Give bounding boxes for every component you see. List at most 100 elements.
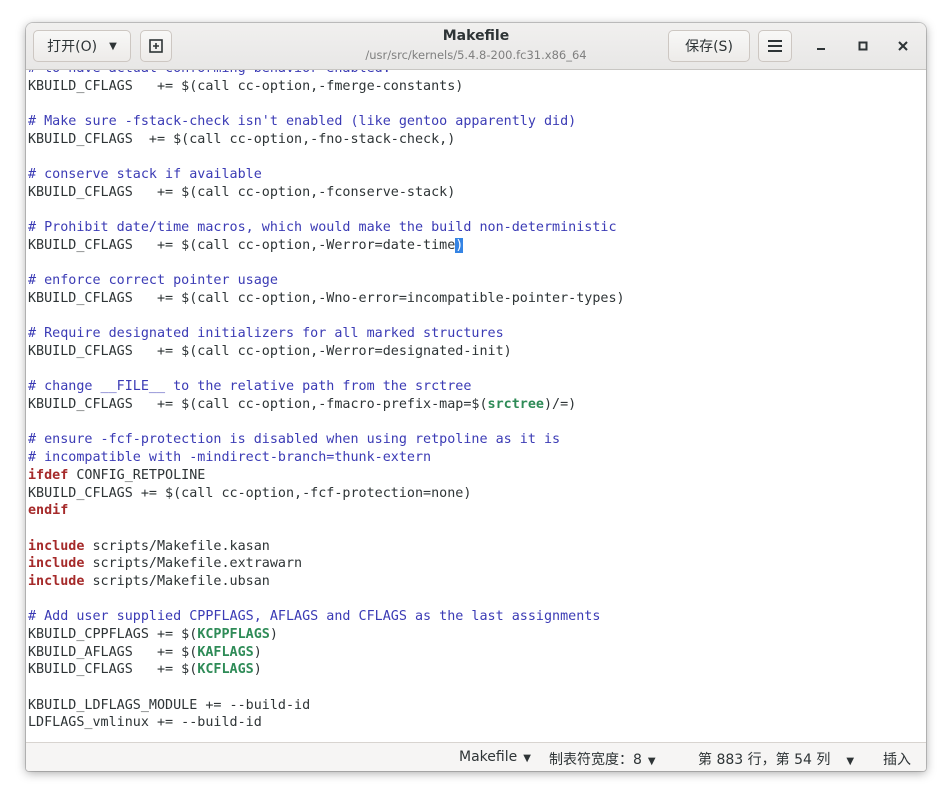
code-comment: # Require designated initializers for al… — [28, 326, 504, 342]
code-line[interactable] — [28, 255, 625, 273]
code-line[interactable] — [28, 591, 625, 609]
cursor-position-label: 第 883 行，第 54 列 — [698, 752, 831, 768]
chevron-down-icon: ▼ — [523, 753, 531, 764]
code-line[interactable]: ifdef CONFIG_RETPOLINE — [28, 467, 625, 485]
code-line[interactable]: KBUILD_CPPFLAGS += $(KCPPFLAGS) — [28, 626, 625, 644]
cursor-position-selector[interactable]: 第 883 行，第 54 列 ▼ — [698, 749, 854, 769]
close-button[interactable] — [893, 37, 913, 55]
code-line[interactable]: KBUILD_CFLAGS += $(call cc-option,-Werro… — [28, 343, 625, 361]
code-line[interactable]: KBUILD_CFLAGS += $(call cc-option,-fcons… — [28, 184, 625, 202]
code-token: LDFLAGS_vmlinux += --build-id — [28, 715, 262, 731]
code-line[interactable]: # conserve stack if available — [28, 166, 625, 184]
code-comment: # Prohibit date/time macros, which would… — [28, 220, 617, 236]
code-token: ) — [253, 662, 262, 678]
code-line[interactable] — [28, 679, 625, 697]
code-token: scripts/Makefile.kasan — [84, 538, 270, 554]
chevron-down-icon: ▼ — [647, 756, 656, 767]
code-line[interactable]: KBUILD_CFLAGS += $(call cc-option,-Wno-e… — [28, 290, 625, 308]
window-title: Makefile — [442, 28, 510, 44]
code-line[interactable]: KBUILD_CFLAGS += $(call cc-option,-fmacr… — [28, 396, 625, 414]
tab-width-selector[interactable]: 制表符宽度：8 ▼ — [549, 749, 656, 769]
code-line[interactable]: KBUILD_CFLAGS += $(call cc-option,-Werro… — [28, 237, 625, 255]
open-button[interactable]: 打开(O) ▼ — [33, 30, 131, 62]
code-token: KBUILD_CPPFLAGS += $( — [28, 627, 198, 642]
code-token: KBUILD_AFLAGS += $( — [28, 644, 198, 660]
code-token: KBUILD_CFLAGS += $( — [28, 662, 198, 678]
code-line[interactable]: endif — [28, 502, 625, 520]
code-token: )/=) — [543, 397, 577, 413]
window-subtitle: /usr/src/kernels/5.4.8-200.fc31.x86_64 — [365, 48, 587, 62]
menu-button[interactable] — [758, 30, 792, 62]
code-text[interactable]: # to have actual conforming behavior ena… — [28, 70, 625, 732]
code-line[interactable] — [28, 361, 625, 379]
code-line[interactable]: KBUILD_CFLAGS += $(KCFLAGS) — [28, 661, 625, 679]
header-bar: 打开(O) ▼ Makefile /usr/src/kernels/5.4.8-… — [26, 23, 926, 70]
code-token: CONFIG_RETPOLINE — [68, 467, 206, 483]
code-variable: KAFLAGS — [197, 644, 254, 660]
code-token: ) — [269, 627, 278, 642]
code-line[interactable]: # Prohibit date/time macros, which would… — [28, 219, 625, 237]
code-keyword: include — [28, 556, 85, 572]
code-token: KBUILD_CFLAGS += $(call cc-option,-fcf-p… — [28, 485, 472, 501]
code-line[interactable] — [28, 95, 625, 113]
code-line[interactable] — [28, 202, 625, 220]
save-button[interactable]: 保存(S) — [668, 30, 750, 62]
code-keyword: ifdef — [28, 467, 69, 483]
code-line[interactable]: # incompatible with -mindirect-branch=th… — [28, 449, 625, 467]
code-line[interactable]: LDFLAGS_vmlinux += --build-id — [28, 714, 625, 732]
code-token: KBUILD_LDFLAGS_MODULE += --build-id — [28, 697, 311, 713]
code-token: KBUILD_CFLAGS += $(call cc-option,-fcons… — [28, 184, 456, 200]
close-icon — [898, 41, 908, 51]
code-line[interactable]: # enforce correct pointer usage — [28, 272, 625, 290]
code-line[interactable]: KBUILD_CFLAGS += $(call cc-option,-fcf-p… — [28, 485, 625, 503]
new-tab-icon — [149, 39, 163, 53]
code-line[interactable]: KBUILD_CFLAGS += $(call cc-option,-fno-s… — [28, 131, 625, 149]
code-line[interactable]: include scripts/Makefile.ubsan — [28, 573, 625, 591]
code-token: KBUILD_CFLAGS += $(call cc-option,-Wno-e… — [28, 290, 625, 306]
code-line[interactable]: KBUILD_CFLAGS += $(call cc-option,-fmerg… — [28, 78, 625, 96]
code-token: KBUILD_CFLAGS += $(call cc-option,-fno-s… — [28, 131, 456, 147]
text-cursor: ) — [455, 237, 464, 253]
chevron-down-icon: ▼ — [109, 40, 117, 52]
code-line[interactable]: include scripts/Makefile.kasan — [28, 538, 625, 556]
code-line[interactable]: # change __FILE__ to the relative path f… — [28, 378, 625, 396]
code-token: scripts/Makefile.ubsan — [84, 573, 270, 589]
code-line[interactable]: include scripts/Makefile.extrawarn — [28, 555, 625, 573]
code-comment: # conserve stack if available — [28, 167, 262, 183]
maximize-button[interactable] — [853, 37, 873, 55]
code-line[interactable]: KBUILD_AFLAGS += $(KAFLAGS) — [28, 644, 625, 662]
minimize-button[interactable] — [811, 37, 831, 55]
code-editor[interactable]: # to have actual conforming behavior ena… — [26, 70, 926, 742]
code-line[interactable]: # Add user supplied CPPFLAGS, AFLAGS and… — [28, 608, 625, 626]
code-line[interactable] — [28, 520, 625, 538]
code-line[interactable]: # Require designated initializers for al… — [28, 325, 625, 343]
code-keyword: endif — [28, 503, 69, 519]
minimize-icon — [817, 48, 825, 50]
code-line[interactable] — [28, 148, 625, 166]
open-button-label: 打开(O) — [47, 39, 98, 55]
new-tab-button[interactable] — [140, 30, 172, 62]
language-selector[interactable]: Makefile ▼ — [459, 749, 531, 765]
code-line[interactable]: # Make sure -fstack-check isn't enabled … — [28, 113, 625, 131]
code-comment: # to have actual conforming behavior ena… — [28, 70, 391, 76]
code-comment: # change __FILE__ to the relative path f… — [28, 379, 472, 395]
code-token: KBUILD_CFLAGS += $(call cc-option,-Werro… — [28, 237, 456, 253]
code-line[interactable]: KBUILD_LDFLAGS_MODULE += --build-id — [28, 697, 625, 715]
editor-window: 打开(O) ▼ Makefile /usr/src/kernels/5.4.8-… — [26, 23, 926, 771]
code-keyword: include — [28, 538, 85, 554]
insert-mode-label[interactable]: 插入 — [883, 749, 911, 769]
code-token: scripts/Makefile.extrawarn — [84, 556, 303, 572]
code-line[interactable]: # to have actual conforming behavior ena… — [28, 70, 625, 78]
code-comment: # incompatible with -mindirect-branch=th… — [28, 450, 432, 466]
code-comment: # Make sure -fstack-check isn't enabled … — [28, 114, 577, 130]
code-comment: # Add user supplied CPPFLAGS, AFLAGS and… — [28, 609, 601, 625]
hamburger-menu-icon — [768, 40, 782, 52]
code-variable: KCFLAGS — [197, 662, 254, 678]
language-label: Makefile — [459, 749, 518, 765]
code-line[interactable] — [28, 308, 625, 326]
code-line[interactable] — [28, 414, 625, 432]
code-line[interactable]: # ensure -fcf-protection is disabled whe… — [28, 431, 625, 449]
save-button-label: 保存(S) — [685, 39, 733, 55]
maximize-icon — [858, 41, 868, 51]
code-comment: # ensure -fcf-protection is disabled whe… — [28, 432, 561, 448]
